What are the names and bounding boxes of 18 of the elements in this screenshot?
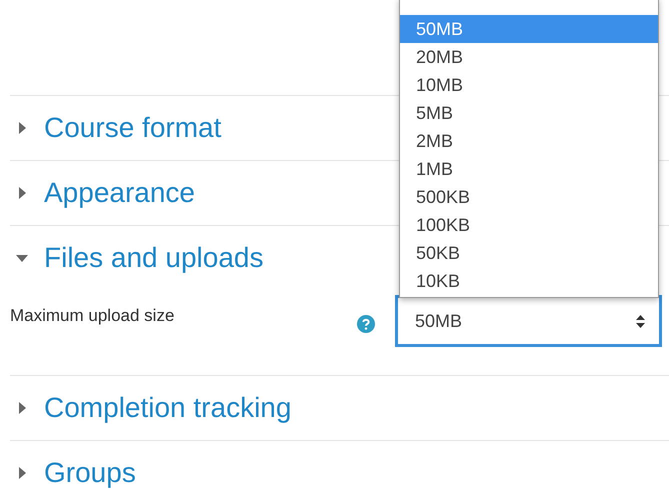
dropdown-option[interactable]: 5MB: [400, 99, 658, 127]
sort-icon: [636, 314, 645, 328]
dropdown-option[interactable]: 20MB: [400, 43, 658, 71]
section-heading[interactable]: Files and uploads: [44, 237, 264, 279]
dropdown-option[interactable]: 100KB: [400, 211, 658, 239]
dropdown-option[interactable]: 1MB: [400, 155, 658, 183]
dropdown-option[interactable]: 10KB: [400, 267, 658, 295]
section-heading[interactable]: Groups: [44, 452, 136, 491]
dropdown-option[interactable]: 500KB: [400, 183, 658, 211]
help-icon[interactable]: [357, 315, 375, 333]
dropdown-option[interactable]: 50KB: [400, 239, 658, 267]
select-field[interactable]: 50MB: [395, 295, 662, 347]
dropdown-option[interactable]: 2MB: [400, 127, 658, 155]
field-label: Maximum upload size: [10, 305, 176, 327]
section-heading[interactable]: Completion tracking: [44, 387, 292, 429]
section-heading[interactable]: Appearance: [44, 172, 196, 214]
dropdown-option[interactable]: 10MB: [400, 71, 658, 99]
section-heading[interactable]: Course format: [44, 107, 222, 149]
